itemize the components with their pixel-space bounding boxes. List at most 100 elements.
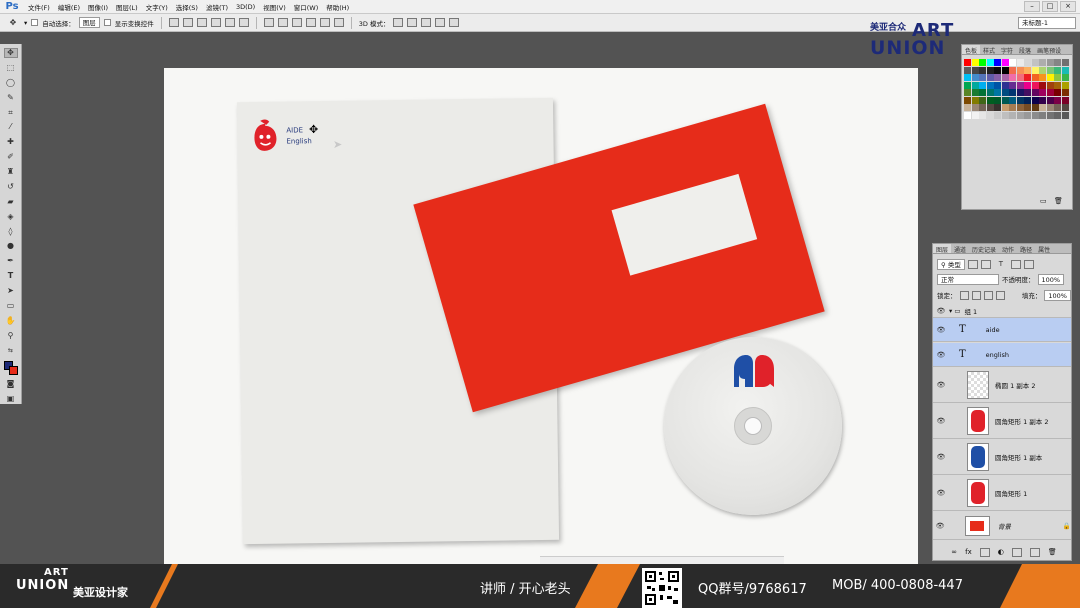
swatch-cell[interactable] xyxy=(1039,104,1046,111)
quick-select-tool-icon[interactable]: ✎ xyxy=(4,93,18,103)
layer-row-english[interactable]: 👁 T english xyxy=(933,343,1071,367)
tab-character[interactable]: 字符 xyxy=(998,45,1016,55)
layer-row-ellipse-copy2[interactable]: 👁 椭圆 1 副本 2 xyxy=(933,368,1071,403)
tab-layers[interactable]: 图层 xyxy=(933,244,952,254)
swatch-cell[interactable] xyxy=(1054,89,1061,96)
menu-view[interactable]: 视图(V) xyxy=(259,2,290,12)
swatch-cell[interactable] xyxy=(1031,59,1039,66)
align-left-icon[interactable] xyxy=(210,18,221,27)
swatch-cell[interactable] xyxy=(1061,81,1069,89)
3d-scale-icon[interactable] xyxy=(449,18,460,27)
swatch-cell[interactable] xyxy=(1016,66,1024,74)
swatch-cell[interactable] xyxy=(1061,104,1069,111)
swatch-cell[interactable] xyxy=(1061,111,1069,119)
swatch-cell[interactable] xyxy=(1009,89,1016,96)
swatch-cell[interactable] xyxy=(979,111,986,119)
distribute-hcenter-icon[interactable] xyxy=(319,18,330,27)
swatch-cell[interactable] xyxy=(979,74,986,81)
swatch-cell[interactable] xyxy=(986,66,994,74)
align-bottom-icon[interactable] xyxy=(196,18,207,27)
swatch-cell[interactable] xyxy=(1024,111,1031,119)
swatch-cell[interactable] xyxy=(1039,66,1046,74)
swatch-cell[interactable] xyxy=(964,59,971,66)
swatch-cell[interactable] xyxy=(1024,89,1031,96)
swatch-cell[interactable] xyxy=(1001,96,1009,104)
swatch-cell[interactable] xyxy=(986,81,994,89)
layer-row-aide[interactable]: 👁 T aide xyxy=(933,318,1071,342)
opacity-input[interactable]: 100% xyxy=(1037,273,1065,285)
move-tool-icon[interactable]: ✥ xyxy=(6,18,20,28)
eye-icon[interactable]: 👁 xyxy=(933,453,949,461)
eye-icon[interactable]: 👁 xyxy=(933,489,949,497)
minimize-icon[interactable]: – xyxy=(1024,1,1040,12)
tab-channels[interactable]: 通道 xyxy=(951,244,969,254)
distribute-left-icon[interactable] xyxy=(305,18,316,27)
swatch-cell[interactable] xyxy=(1046,96,1054,104)
clone-stamp-tool-icon[interactable]: ♜ xyxy=(4,167,18,177)
type-tool-icon[interactable]: T xyxy=(4,271,18,281)
tab-paths[interactable]: 路径 xyxy=(1017,244,1035,254)
filter-smart-icon[interactable] xyxy=(1023,259,1034,269)
eye-icon[interactable]: 👁 xyxy=(933,307,949,315)
swatch-cell[interactable] xyxy=(1001,89,1009,96)
swatch-cell[interactable] xyxy=(1024,96,1031,104)
path-selection-tool-icon[interactable]: ➤ xyxy=(4,286,18,296)
swatch-cell[interactable] xyxy=(964,89,971,96)
swatch-cell[interactable] xyxy=(964,96,971,104)
move-tool-icon[interactable]: ✥ xyxy=(3,48,18,58)
align-right-icon[interactable] xyxy=(238,18,249,27)
eye-icon[interactable]: 👁 xyxy=(933,522,947,530)
swatch-cell[interactable] xyxy=(1039,89,1046,96)
lock-all-icon[interactable] xyxy=(995,290,1005,300)
swatch-cell[interactable] xyxy=(1001,59,1009,66)
fx-icon[interactable]: fx xyxy=(965,548,972,556)
swatch-cell[interactable] xyxy=(979,66,986,74)
swatch-cell[interactable] xyxy=(994,104,1001,111)
blend-mode-select[interactable]: 正常 xyxy=(937,273,999,285)
lock-pixels-icon[interactable] xyxy=(971,290,981,300)
layer-row-group[interactable]: 👁 ▾ ▭ 组 1 xyxy=(933,305,1071,318)
swatch-cell[interactable] xyxy=(1016,89,1024,96)
eye-icon[interactable]: 👁 xyxy=(933,326,949,334)
swatch-cell[interactable] xyxy=(1016,111,1024,119)
swatch-cell[interactable] xyxy=(986,104,994,111)
swatch-cell[interactable] xyxy=(1031,89,1039,96)
swatch-cell[interactable] xyxy=(994,89,1001,96)
swatch-cell[interactable] xyxy=(964,104,971,111)
lasso-tool-icon[interactable]: ◯ xyxy=(4,78,18,88)
paint-bucket-tool-icon[interactable]: ◈ xyxy=(4,212,18,222)
swatch-cell[interactable] xyxy=(1054,59,1061,66)
menu-file[interactable]: 文件(F) xyxy=(24,2,54,12)
swatch-cell[interactable] xyxy=(964,74,971,81)
filter-adjust-icon[interactable] xyxy=(980,259,991,269)
swatch-cell[interactable] xyxy=(1001,66,1009,74)
pen-tool-icon[interactable]: ✒ xyxy=(4,256,18,266)
distribute-top-icon[interactable] xyxy=(263,18,274,27)
layer-filter-dropdown[interactable]: ⚲ 类型 xyxy=(937,258,965,270)
swatch-cell[interactable] xyxy=(1046,89,1054,96)
swatch-cell[interactable] xyxy=(1024,59,1031,66)
swatch-cell[interactable] xyxy=(1054,104,1061,111)
swatch-cell[interactable] xyxy=(1024,74,1031,81)
document-select[interactable]: 未标题-1 xyxy=(1018,17,1076,29)
swatch-cell[interactable] xyxy=(1031,74,1039,81)
swatch-cell[interactable] xyxy=(1001,104,1009,111)
color-swap-icon[interactable]: ⇆ xyxy=(4,346,18,356)
add-mask-icon[interactable] xyxy=(979,547,990,557)
crop-tool-icon[interactable]: ⌗ xyxy=(4,108,18,118)
swatch-cell[interactable] xyxy=(986,111,994,119)
swatch-cell[interactable] xyxy=(1054,111,1061,119)
swatch-cell[interactable] xyxy=(1031,96,1039,104)
swatch-cell[interactable] xyxy=(1031,66,1039,74)
swatch-cell[interactable] xyxy=(964,81,971,89)
align-vcenter-icon[interactable] xyxy=(182,18,193,27)
new-group-icon[interactable] xyxy=(1011,547,1022,557)
swatch-cell[interactable] xyxy=(1061,59,1069,66)
swatch-cell[interactable] xyxy=(971,89,979,96)
swatch-cell[interactable] xyxy=(1054,81,1061,89)
marquee-tool-icon[interactable]: ⬚ xyxy=(4,63,18,73)
swatch-cell[interactable] xyxy=(986,59,994,66)
swatch-cell[interactable] xyxy=(1046,66,1054,74)
blur-tool-icon[interactable]: ◊ xyxy=(4,227,18,237)
filter-shape-icon[interactable] xyxy=(1010,259,1021,269)
